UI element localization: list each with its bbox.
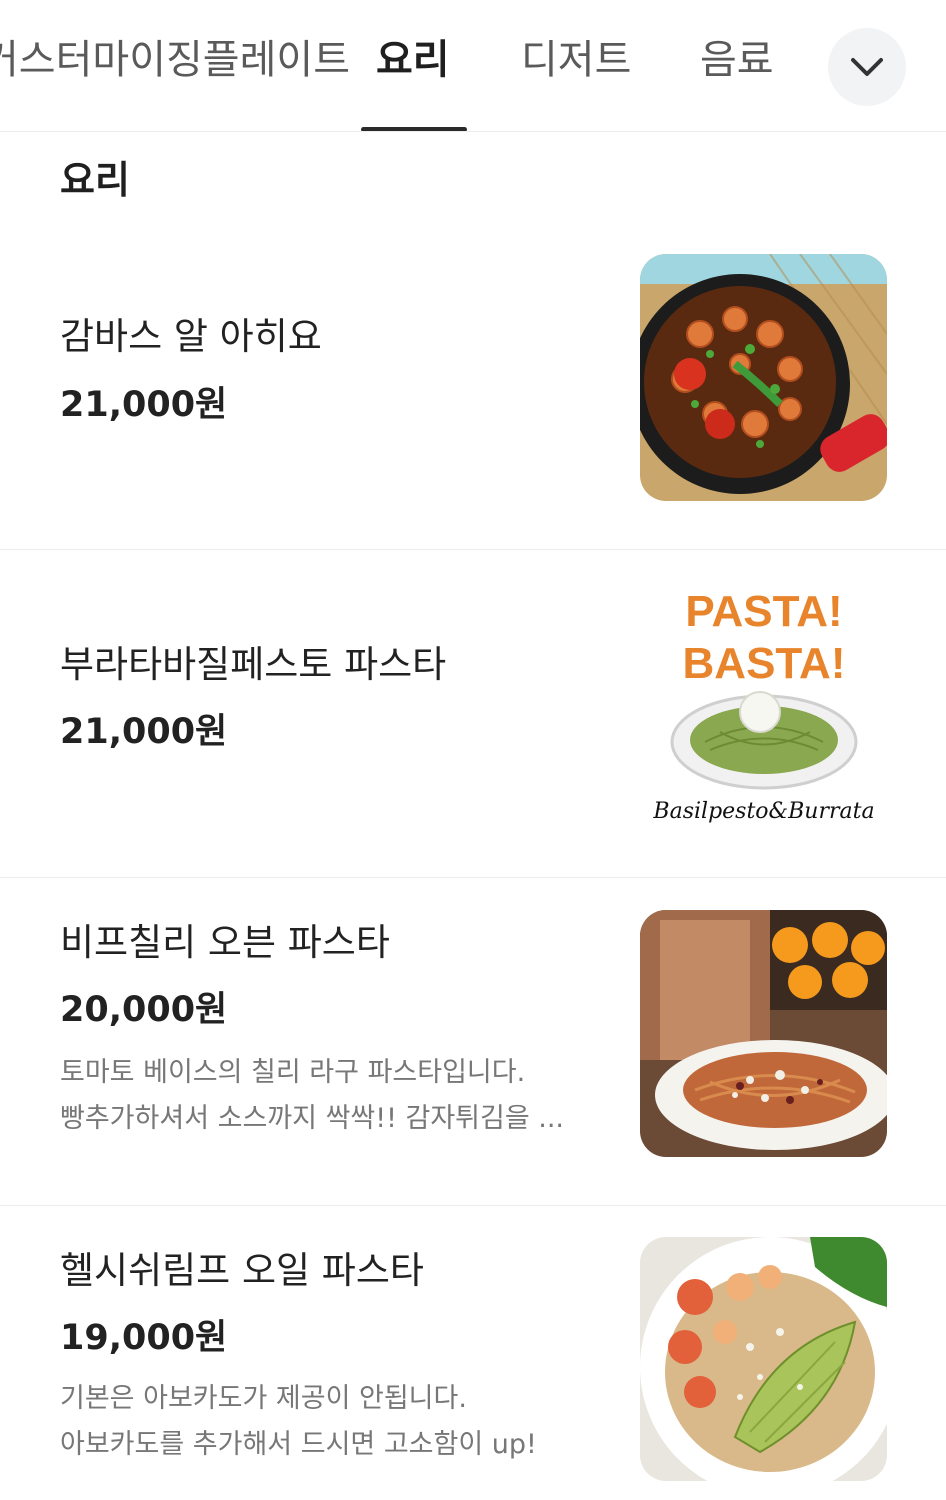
menu-item-beef-chili-pasta[interactable]: 비프칠리 오븐 파스타 20,000원 토마토 베이스의 칠리 라구 파스타입니… bbox=[0, 878, 946, 1206]
item-description-line: 기본은 아보카도가 제공이 안됩니다. bbox=[60, 1383, 467, 1414]
tab-drinks[interactable]: 음료 bbox=[700, 30, 774, 90]
item-name: 비프칠리 오븐 파스타 bbox=[60, 921, 390, 964]
active-tab-indicator bbox=[361, 127, 467, 131]
item-name: 부라타바질페스토 파스타 bbox=[60, 643, 447, 686]
menu-item-burrata-pasta[interactable]: 부라타바질페스토 파스타 21,000원 PASTA! BASTA! Basil… bbox=[0, 550, 946, 878]
item-image bbox=[640, 254, 887, 501]
svg-text:BASTA!: BASTA! bbox=[683, 639, 846, 688]
svg-text:PASTA!: PASTA! bbox=[685, 587, 842, 636]
item-image: PASTA! BASTA! Basilpesto&Burrata bbox=[640, 582, 887, 829]
section-title: 요리 bbox=[60, 158, 130, 202]
tab-dessert[interactable]: 디저트 bbox=[521, 30, 631, 90]
tab-dishes[interactable]: 요리 bbox=[376, 30, 450, 90]
tab-customizing-plate[interactable]: 커스터마이징플레이트 bbox=[0, 30, 350, 90]
item-price: 21,000원 bbox=[60, 712, 228, 752]
more-categories-button[interactable] bbox=[828, 28, 906, 106]
item-description: 기본은 아보카도가 제공이 안됩니다. 아보카도를 추가해서 드시면 고소함이 … bbox=[60, 1376, 605, 1468]
menu-item-healthy-shrimp-pasta[interactable]: 헬시쉬림프 오일 파스타 19,000원 기본은 아보카도가 제공이 안됩니다.… bbox=[0, 1206, 946, 1500]
chevron-down-icon bbox=[851, 58, 883, 76]
item-description-line: 토마토 베이스의 칠리 라구 파스타입니다. bbox=[60, 1057, 526, 1088]
item-image bbox=[640, 1237, 887, 1481]
item-description-line: 빵추가하셔서 소스까지 싹싹!! 감자튀김을 ... bbox=[60, 1103, 565, 1134]
item-price: 21,000원 bbox=[60, 385, 228, 425]
menu-item-gambas[interactable]: 감바스 알 아히요 21,000원 bbox=[0, 220, 946, 550]
item-description-line: 아보카도를 추가해서 드시면 고소함이 up! bbox=[60, 1429, 537, 1460]
item-description: 토마토 베이스의 칠리 라구 파스타입니다. 빵추가하셔서 소스까지 싹싹!! … bbox=[60, 1050, 605, 1142]
item-price: 20,000원 bbox=[60, 990, 228, 1030]
item-name: 감바스 알 아히요 bbox=[60, 315, 322, 358]
category-tab-bar: 커스터마이징플레이트 요리 디저트 음료 bbox=[0, 0, 946, 132]
svg-text:Basilpesto&Burrata: Basilpesto&Burrata bbox=[652, 799, 874, 824]
item-name: 헬시쉬림프 오일 파스타 bbox=[60, 1249, 424, 1292]
item-image bbox=[640, 910, 887, 1157]
item-price: 19,000원 bbox=[60, 1318, 228, 1358]
